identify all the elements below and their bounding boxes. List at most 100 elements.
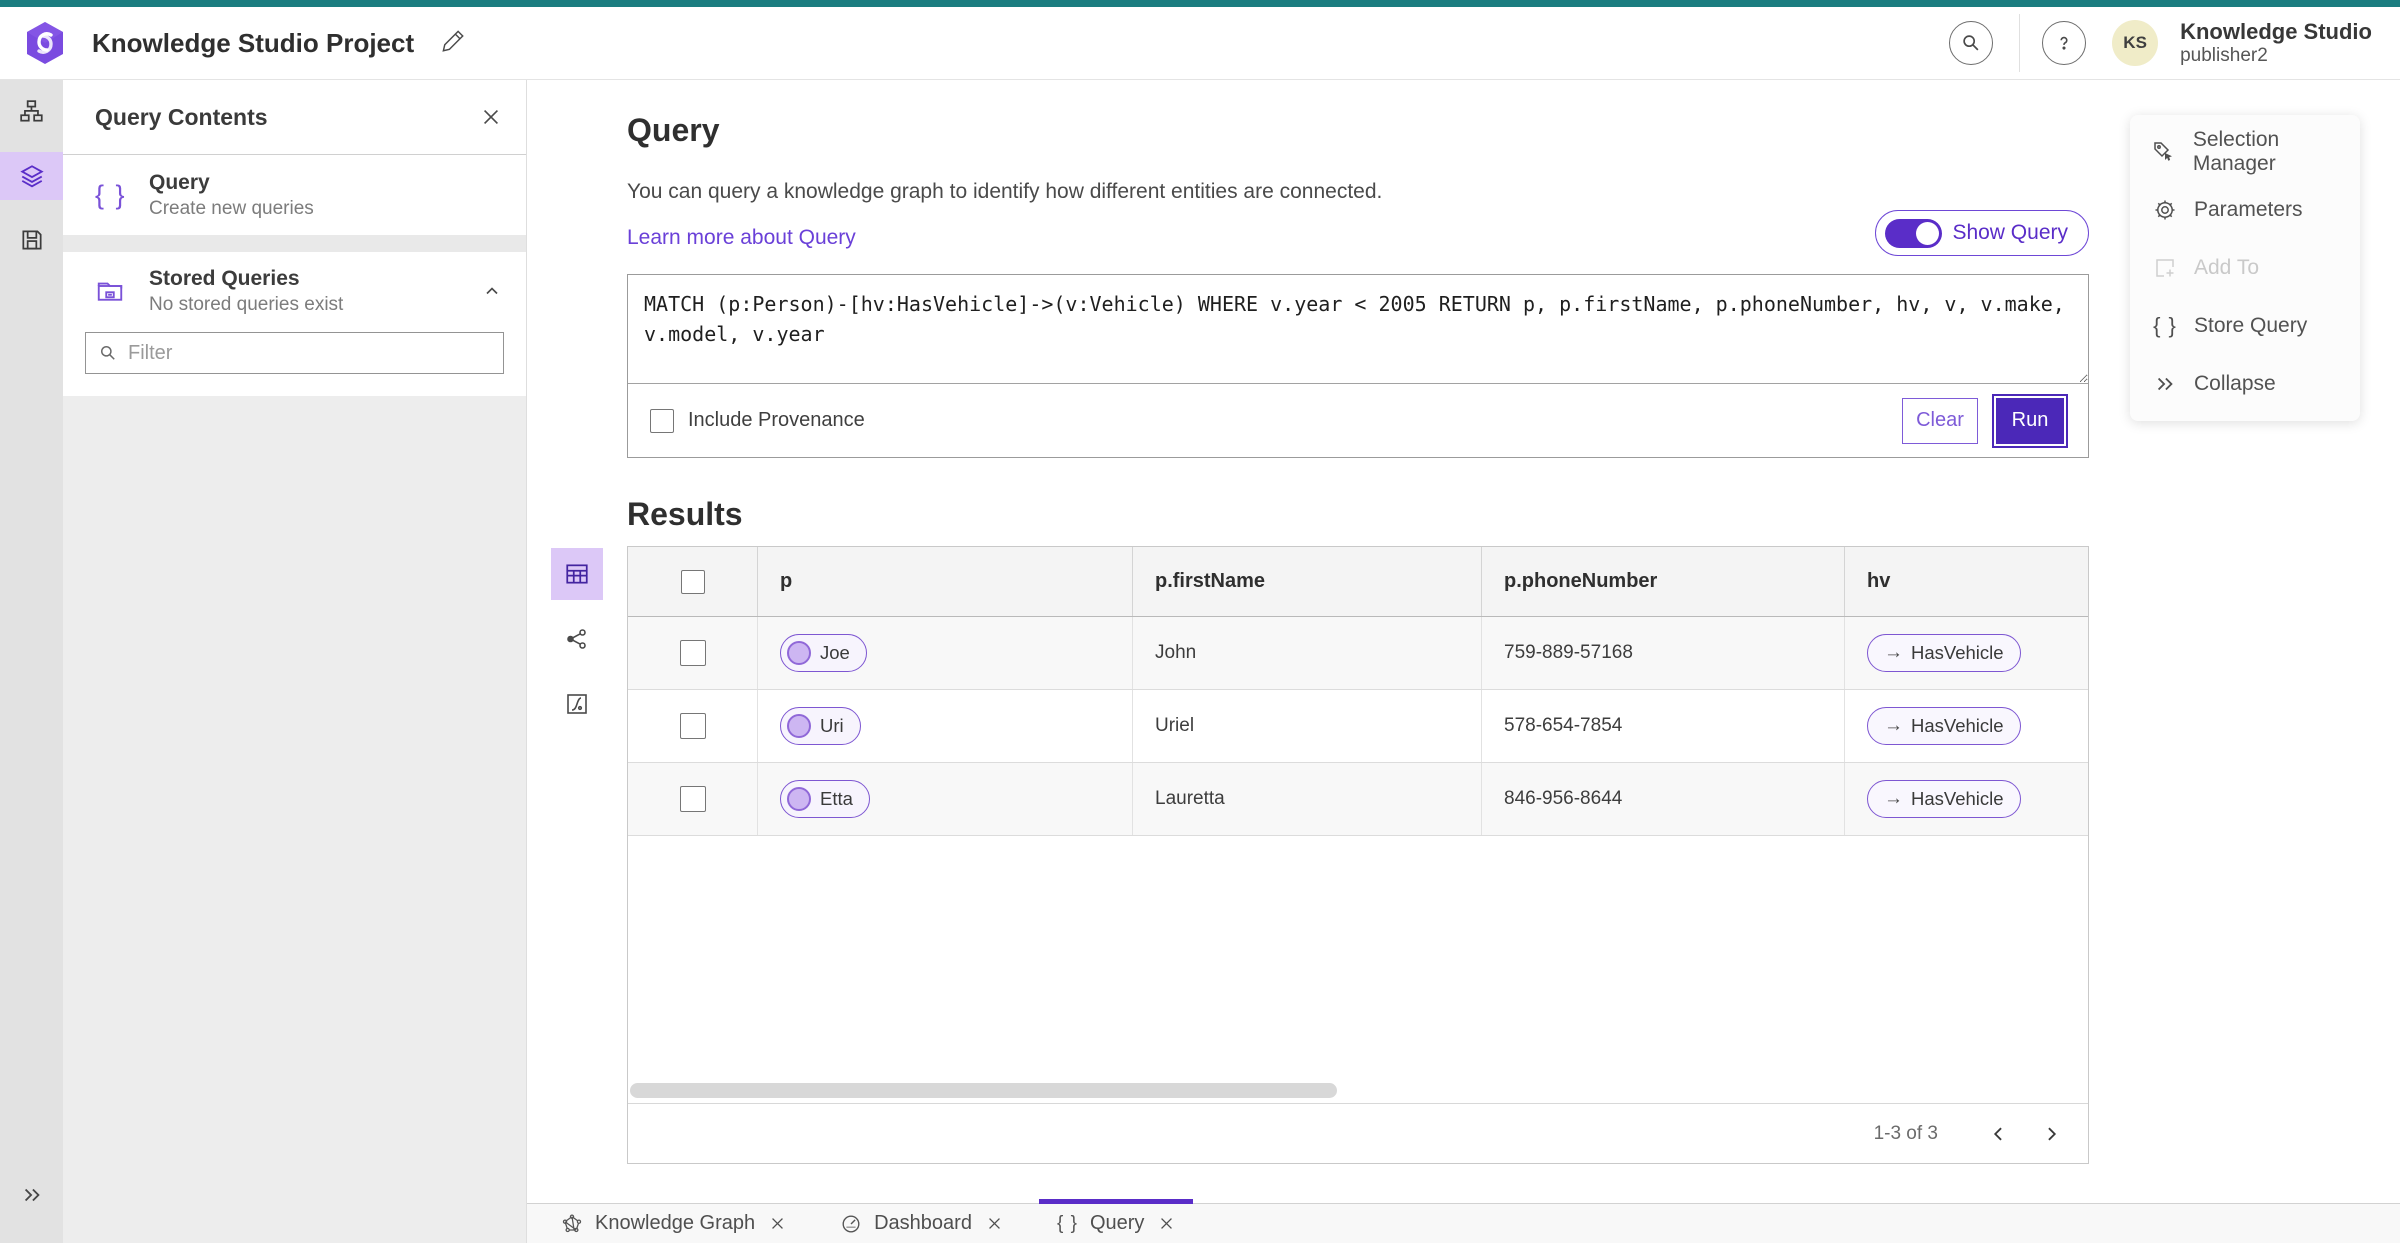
chart-icon xyxy=(565,692,589,716)
clear-button[interactable]: Clear xyxy=(1902,397,1978,444)
results-title: Results xyxy=(627,496,743,532)
add-to-icon xyxy=(2152,256,2178,280)
tool-item[interactable]: { } Store Query xyxy=(2130,297,2360,355)
entity-chip[interactable]: Joe xyxy=(780,634,867,672)
learn-more-link[interactable]: Learn more about Query xyxy=(627,226,856,250)
tab-label: Query xyxy=(1089,1212,1145,1234)
user-name: Knowledge Studio xyxy=(2180,19,2372,45)
bottom-tab[interactable]: Knowledge Graph xyxy=(543,1204,804,1243)
query-input[interactable]: MATCH (p:Person)-[hv:HasVehicle]->(v:Veh… xyxy=(628,275,2088,383)
braces-icon: { } xyxy=(1056,1212,1078,1234)
rail-item-save[interactable] xyxy=(0,216,63,264)
include-provenance-label: Include Provenance xyxy=(688,409,865,431)
search-icon[interactable] xyxy=(1949,21,1994,65)
column-header[interactable]: p.firstName xyxy=(1133,547,1482,616)
node-icon xyxy=(787,714,811,738)
filter-input[interactable] xyxy=(128,341,491,365)
user-role: publisher2 xyxy=(2180,44,2268,66)
relationship-chip[interactable]: → HasVehicle xyxy=(1867,634,2021,672)
tool-item[interactable]: Selection Manager xyxy=(2130,123,2360,181)
sidebar-item-query[interactable]: { } Query Create new queries xyxy=(63,155,526,235)
page-title: Query xyxy=(627,112,720,148)
tool-item[interactable]: Parameters xyxy=(2130,181,2360,239)
query-contents-panel: Query Contents { } Query Create new quer… xyxy=(63,80,527,1243)
share-icon xyxy=(565,627,589,651)
tab-label: Knowledge Graph xyxy=(595,1212,756,1234)
sidebar-item-stored-queries[interactable]: Stored Queries No stored queries exist xyxy=(63,252,526,330)
view-switcher xyxy=(551,548,603,730)
select-all-cell xyxy=(628,547,758,616)
run-button[interactable]: Run xyxy=(1994,395,2066,446)
layers-icon xyxy=(19,163,45,189)
row-checkbox[interactable] xyxy=(679,713,706,739)
relationship-chip[interactable]: → HasVehicle xyxy=(1867,707,2021,745)
horizontal-scrollbar[interactable] xyxy=(630,1083,1337,1098)
gear-icon xyxy=(2152,198,2178,222)
expand-rail-button[interactable] xyxy=(0,1173,63,1217)
tool-item-label: Selection Manager xyxy=(2192,128,2280,175)
rail-item-contents[interactable] xyxy=(0,152,63,200)
search-icon xyxy=(98,343,118,363)
bottom-tab[interactable]: Dashboard xyxy=(822,1204,1021,1243)
arrow-right-icon: → xyxy=(1884,715,1903,736)
row-checkbox[interactable] xyxy=(679,640,706,666)
tab-label: Dashboard xyxy=(874,1212,972,1234)
show-query-toggle[interactable]: Show Query xyxy=(1875,210,2089,256)
braces-icon: { } xyxy=(2153,313,2177,338)
avatar[interactable]: KS xyxy=(2112,20,2159,66)
selection-manager-icon xyxy=(2152,140,2177,164)
phone-number-cell: 846-956-8644 xyxy=(1482,763,1845,835)
panel-divider xyxy=(63,235,526,252)
relationship-chip[interactable]: → HasVehicle xyxy=(1867,780,2021,818)
dashboard-icon xyxy=(840,1213,862,1235)
double-chevron-right-icon xyxy=(21,1184,43,1206)
query-editor: MATCH (p:Person)-[hv:HasVehicle]->(v:Veh… xyxy=(627,274,2089,458)
panel-title: Query Contents xyxy=(95,103,268,130)
project-title: Knowledge Studio Project xyxy=(92,27,415,58)
close-icon[interactable] xyxy=(986,1215,1003,1232)
top-accent-strip xyxy=(0,0,2400,7)
stored-queries-icon xyxy=(95,276,139,306)
query-tools-panel: Selection Manager Parameters Add To {} … xyxy=(2130,115,2360,421)
table-header-row: p p.firstName p.phoneNumber hv xyxy=(628,547,2088,617)
close-icon[interactable] xyxy=(480,106,502,128)
help-icon[interactable] xyxy=(2042,21,2087,65)
table-view-button[interactable] xyxy=(551,548,603,600)
column-header[interactable]: p.phoneNumber xyxy=(1482,547,1845,616)
chart-view-button[interactable] xyxy=(551,678,603,730)
phone-number-cell: 578-654-7854 xyxy=(1482,690,1845,762)
stored-queries-label: Stored Queries xyxy=(149,266,300,290)
close-icon[interactable] xyxy=(769,1215,786,1232)
column-header[interactable]: hv xyxy=(1845,547,2088,616)
previous-page-button[interactable] xyxy=(1982,1117,2016,1151)
rail-item-data-model[interactable] xyxy=(0,88,63,136)
column-header[interactable]: p xyxy=(758,547,1133,616)
entity-chip[interactable]: Etta xyxy=(780,780,870,818)
table-row: Joe John 759-889-57168 → HasVehicle xyxy=(628,617,2088,690)
query-item-description: Create new queries xyxy=(149,197,314,219)
query-description: You can query a knowledge graph to ident… xyxy=(627,180,1383,203)
tool-item-label: Add To xyxy=(2194,256,2259,279)
select-all-checkbox[interactable] xyxy=(680,569,705,594)
table-row: Etta Lauretta 846-956-8644 → HasVehicle xyxy=(628,763,2088,836)
user-block: Knowledge Studio publisher2 xyxy=(2180,19,2372,66)
bottom-tab[interactable]: { } Query xyxy=(1038,1199,1194,1243)
app-header: Knowledge Studio Project KS Knowledge St… xyxy=(0,7,2400,80)
edit-title-button[interactable] xyxy=(442,30,468,56)
include-provenance-checkbox[interactable] xyxy=(650,408,674,433)
close-icon[interactable] xyxy=(1158,1215,1175,1232)
next-page-button[interactable] xyxy=(2034,1117,2068,1151)
first-name-cell: John xyxy=(1133,617,1482,689)
chevron-up-icon[interactable] xyxy=(482,281,502,301)
tool-item[interactable]: Add To xyxy=(2130,239,2360,297)
arrow-right-icon: → xyxy=(1884,642,1903,663)
query-item-label: Query xyxy=(149,170,210,194)
row-checkbox[interactable] xyxy=(679,786,706,812)
filter-area xyxy=(63,330,526,396)
graph-view-button[interactable] xyxy=(551,613,603,665)
results-table: p p.firstName p.phoneNumber hv Joe John … xyxy=(627,546,2089,1164)
entity-chip[interactable]: Uri xyxy=(780,707,861,745)
tool-item[interactable]: Collapse xyxy=(2130,355,2360,413)
table-icon xyxy=(564,561,590,587)
pagination-range: 1-3 of 3 xyxy=(1873,1122,1938,1144)
